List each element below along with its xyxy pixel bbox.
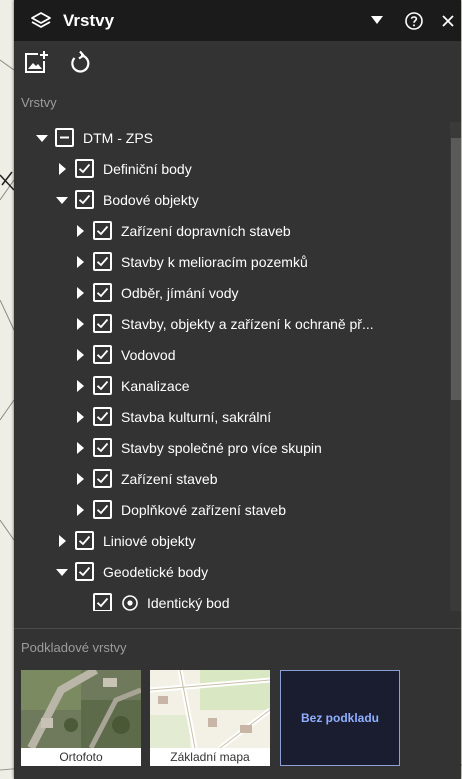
- layer-tree: DTM - ZPS Definiční body Bodové objekty Zař…: [14, 122, 461, 611]
- layer-tree-item[interactable]: Geodetické body: [55, 556, 208, 587]
- toolbar: [14, 41, 461, 85]
- layer-label: Geodetické body: [103, 563, 209, 580]
- base-map-thumbnail: [150, 670, 270, 750]
- layers-icon: [31, 12, 51, 28]
- layer-tree-item[interactable]: Stavby, objekty a zařízení k ochraně př.…: [73, 308, 374, 339]
- orthophoto-thumbnail: [21, 670, 141, 750]
- base-tile-caption: Základní mapa: [150, 748, 270, 766]
- layer-label: Zařízení staveb: [121, 470, 218, 487]
- base-tile-label: Bez podkladu: [300, 711, 379, 725]
- collapsed-caret-icon[interactable]: [73, 286, 87, 300]
- layer-label: Odběr, jímání vody: [121, 284, 239, 301]
- layer-checkbox[interactable]: [93, 345, 112, 364]
- base-tile-ortofoto[interactable]: Ortofoto: [21, 670, 141, 766]
- layer-checkbox[interactable]: [75, 562, 94, 581]
- layer-label: Zařízení dopravních staveb: [121, 222, 291, 239]
- panel-header: Vrstvy: [14, 0, 461, 41]
- expanded-caret-icon[interactable]: [55, 193, 69, 207]
- layer-tree-item[interactable]: Vodovod: [73, 339, 176, 370]
- chevron-down-icon[interactable]: [370, 15, 384, 25]
- layer-label: Kanalizace: [121, 377, 190, 394]
- layer-label: Stavby společné pro více skupin: [121, 439, 322, 456]
- layer-label: Stavby k melioracím pozemků: [121, 253, 308, 270]
- layers-panel: Vrstvy Vrstvy DTM - ZPS Definiční body Bod…: [14, 0, 461, 779]
- layers-section-label: Vrstvy: [21, 95, 57, 110]
- expanded-caret-icon[interactable]: [55, 565, 69, 579]
- collapsed-caret-icon[interactable]: [73, 472, 87, 486]
- layer-checkbox[interactable]: [75, 159, 94, 178]
- layer-label: Doplňkové zařízení staveb: [121, 501, 286, 518]
- layer-tree-item[interactable]: Doplňkové zařízení staveb: [73, 494, 286, 525]
- target-icon: [122, 594, 138, 611]
- base-layers-section-label: Podkladové vrstvy: [21, 640, 127, 655]
- add-layer-icon[interactable]: [23, 50, 49, 76]
- base-tile-caption: Ortofoto: [21, 748, 141, 766]
- collapsed-caret-icon[interactable]: [73, 410, 87, 424]
- layer-label: Stavby, objekty a zařízení k ochraně př.…: [121, 315, 374, 332]
- base-tile-bez-podkladu[interactable]: Bez podkladu: [280, 670, 400, 766]
- collapsed-caret-icon[interactable]: [73, 441, 87, 455]
- layer-tree-item[interactable]: Stavby k melioracím pozemků: [73, 246, 308, 277]
- layer-tree-item[interactable]: Bodové objekty: [55, 184, 199, 215]
- layer-checkbox[interactable]: [93, 469, 112, 488]
- layer-checkbox[interactable]: [93, 438, 112, 457]
- layer-checkbox[interactable]: [93, 314, 112, 333]
- refresh-icon[interactable]: [67, 50, 93, 76]
- collapsed-caret-icon[interactable]: [73, 224, 87, 238]
- layer-label: Liniové objekty: [103, 532, 196, 549]
- layer-label: Stavba kulturní, sakrální: [121, 408, 272, 425]
- layer-label: Identický bod: [147, 594, 230, 611]
- scrollbar-thumb[interactable]: [451, 138, 461, 400]
- layer-tree-item[interactable]: Identický bod: [73, 587, 230, 611]
- layer-checkbox[interactable]: [93, 376, 112, 395]
- panel-title: Vrstvy: [63, 11, 115, 30]
- partial-checkbox[interactable]: [55, 128, 74, 147]
- layer-tree-item[interactable]: Stavba kulturní, sakrální: [73, 401, 271, 432]
- collapsed-caret-icon[interactable]: [73, 348, 87, 362]
- close-icon[interactable]: [441, 14, 455, 28]
- layer-tree-item[interactable]: Zařízení dopravních staveb: [73, 215, 291, 246]
- layer-checkbox[interactable]: [93, 221, 112, 240]
- layer-checkbox[interactable]: [93, 593, 112, 611]
- layer-tree-item[interactable]: DTM - ZPS: [35, 122, 153, 153]
- layer-tree-item[interactable]: Zařízení staveb: [73, 463, 218, 494]
- layer-checkbox[interactable]: [93, 283, 112, 302]
- layer-checkbox[interactable]: [93, 252, 112, 271]
- layer-label: Bodové objekty: [103, 191, 199, 208]
- section-divider: [14, 628, 461, 629]
- collapsed-caret-icon[interactable]: [55, 534, 69, 548]
- collapsed-caret-icon[interactable]: [73, 317, 87, 331]
- layer-checkbox[interactable]: [75, 531, 94, 550]
- base-tile-zakladni-mapa[interactable]: Základní mapa: [150, 670, 270, 766]
- expanded-caret-icon[interactable]: [35, 131, 49, 145]
- collapsed-caret-icon[interactable]: [73, 255, 87, 269]
- collapsed-caret-icon[interactable]: [55, 162, 69, 176]
- layer-checkbox[interactable]: [93, 407, 112, 426]
- layer-checkbox[interactable]: [75, 190, 94, 209]
- collapsed-caret-icon[interactable]: [73, 503, 87, 517]
- layer-label: DTM - ZPS: [83, 129, 153, 146]
- layer-label: Vodovod: [121, 346, 176, 363]
- layer-tree-item[interactable]: Liniové objekty: [55, 525, 196, 556]
- help-icon[interactable]: [404, 11, 424, 31]
- collapsed-caret-icon[interactable]: [73, 379, 87, 393]
- layer-tree-item[interactable]: Kanalizace: [73, 370, 190, 401]
- layer-label: Definiční body: [103, 160, 192, 177]
- layer-checkbox[interactable]: [93, 500, 112, 519]
- layer-tree-item[interactable]: Stavby společné pro více skupin: [73, 432, 322, 463]
- layer-tree-item[interactable]: Definiční body: [55, 153, 192, 184]
- layer-tree-item[interactable]: Odběr, jímání vody: [73, 277, 239, 308]
